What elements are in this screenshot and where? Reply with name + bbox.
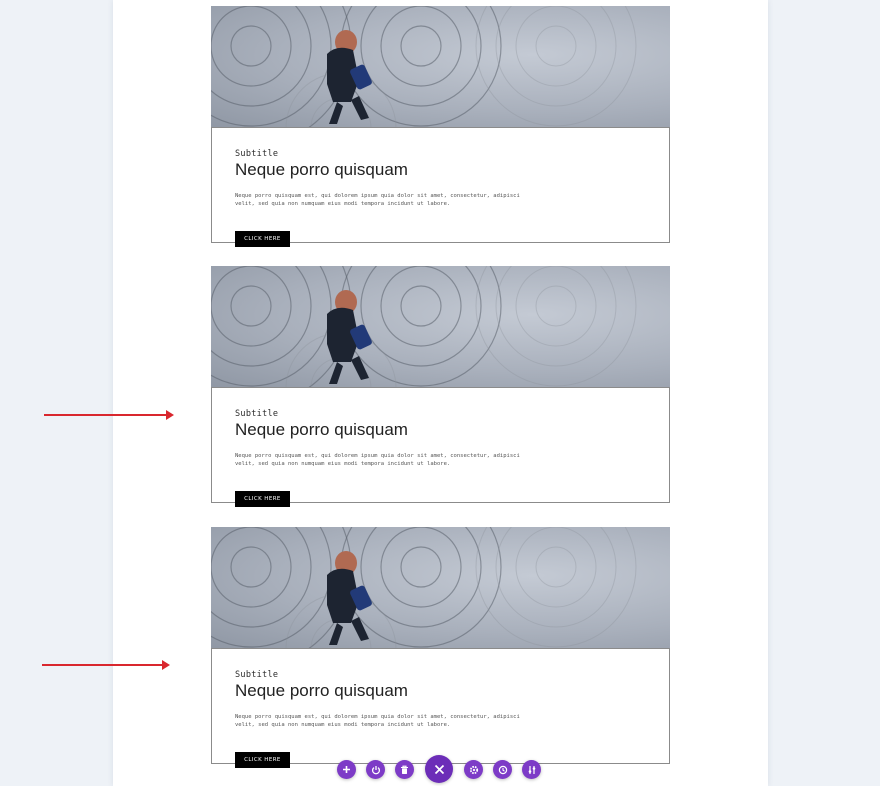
card-image <box>211 527 670 649</box>
sliders-icon[interactable] <box>522 760 541 779</box>
click-here-button[interactable]: CLICK HERE <box>235 491 290 507</box>
add-icon[interactable] <box>337 760 356 779</box>
card-description: Neque porro quisquam est, qui dolorem ip… <box>235 453 520 467</box>
gear-icon[interactable] <box>464 760 483 779</box>
card-subtitle: Subtitle <box>235 409 279 419</box>
card-description: Neque porro quisquam est, qui dolorem ip… <box>235 714 520 728</box>
card-body: Subtitle Neque porro quisquam Neque porr… <box>211 127 670 247</box>
card-title: Neque porro quisquam <box>235 681 408 700</box>
annotation-arrow-icon <box>42 658 170 672</box>
click-here-button[interactable]: CLICK HERE <box>235 231 290 247</box>
card-image <box>211 266 670 388</box>
close-icon[interactable] <box>425 755 453 783</box>
card-subtitle: Subtitle <box>235 670 279 680</box>
card-description: Neque porro quisquam est, qui dolorem ip… <box>235 193 520 207</box>
card-subtitle: Subtitle <box>235 149 279 159</box>
blurb-card: Subtitle Neque porro quisquam Neque porr… <box>211 6 670 247</box>
blurb-card: Subtitle Neque porro quisquam Neque porr… <box>211 266 670 507</box>
trash-icon[interactable] <box>395 760 414 779</box>
card-image <box>211 6 670 128</box>
history-icon[interactable] <box>493 760 512 779</box>
blurb-card: Subtitle Neque porro quisquam Neque porr… <box>211 527 670 768</box>
click-here-button[interactable]: CLICK HERE <box>235 752 290 768</box>
card-body: Subtitle Neque porro quisquam Neque porr… <box>211 648 670 768</box>
card-body: Subtitle Neque porro quisquam Neque porr… <box>211 387 670 507</box>
annotation-arrow-icon <box>44 408 174 422</box>
card-title: Neque porro quisquam <box>235 160 408 179</box>
card-title: Neque porro quisquam <box>235 420 408 439</box>
power-icon[interactable] <box>366 760 385 779</box>
